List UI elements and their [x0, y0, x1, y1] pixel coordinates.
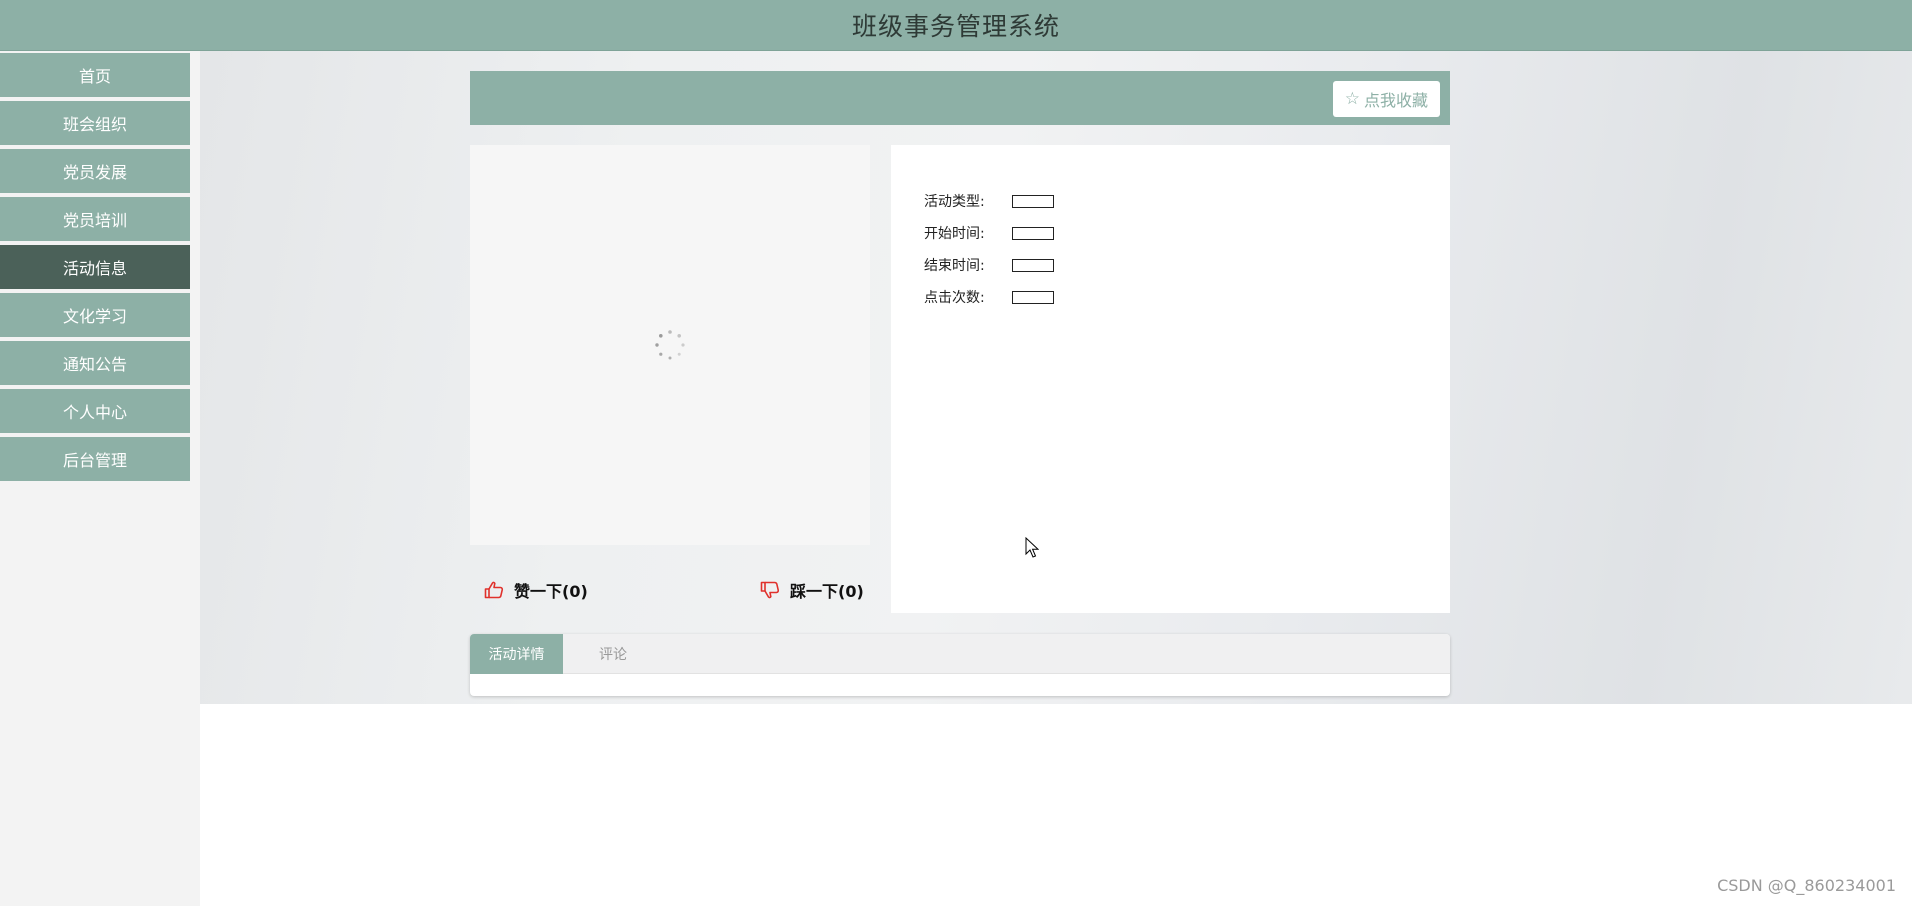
- activity-info-panel: 活动类型: 开始时间: 结束时间: 点击次数:: [891, 145, 1450, 613]
- dislike-button[interactable]: 踩一下(0): [760, 578, 864, 602]
- start-time-label: 开始时间:: [924, 226, 985, 242]
- favorite-button-label: 点我收藏: [1363, 91, 1428, 110]
- dislike-label: 踩一下(0): [790, 582, 864, 601]
- sidebar-item-party-development[interactable]: 党员发展: [0, 149, 190, 193]
- sidebar-item-party-training[interactable]: 党员培训: [0, 197, 190, 241]
- app-title: 班级事务管理系统: [851, 12, 1060, 41]
- tab-activity-details[interactable]: 活动详情: [470, 634, 563, 674]
- sidebar: 首页 班会组织 党员发展 党员培训 活动信息 文化学习 通知公告 个人中心 后台…: [0, 51, 200, 906]
- sidebar-item-class-meetings[interactable]: 班会组织: [0, 101, 190, 145]
- end-time-label: 结束时间:: [924, 258, 985, 274]
- sidebar-item-home[interactable]: 首页: [0, 53, 190, 97]
- top-header: 班级事务管理系统: [0, 0, 1912, 51]
- activity-image: [470, 145, 870, 545]
- sidebar-item-personal-center[interactable]: 个人中心: [0, 389, 190, 433]
- detail-tabs: 活动详情 评论: [470, 634, 1450, 696]
- sidebar-item-culture-study[interactable]: 文化学习: [0, 293, 190, 337]
- activity-type-label: 活动类型:: [924, 194, 985, 210]
- loading-spinner-icon: [655, 330, 685, 360]
- like-label: 赞一下(0): [514, 582, 588, 601]
- info-row-type: 活动类型:: [924, 191, 1054, 211]
- like-button[interactable]: 赞一下(0): [484, 578, 588, 602]
- watermark: CSDN @Q_860234001: [1717, 876, 1896, 895]
- thumbs-down-icon: [760, 581, 780, 599]
- start-time-value: [1012, 226, 1054, 240]
- click-count-value: [1012, 290, 1054, 304]
- sidebar-item-activities[interactable]: 活动信息: [0, 245, 190, 289]
- detail-header-bar: ☆ 点我收藏: [470, 71, 1450, 125]
- end-time-value: [1012, 258, 1054, 272]
- info-row-end: 结束时间:: [924, 255, 1054, 275]
- activity-type-value: [1012, 194, 1054, 208]
- mouse-cursor-icon: [1025, 537, 1039, 558]
- click-count-label: 点击次数:: [924, 290, 985, 306]
- info-row-clicks: 点击次数:: [924, 287, 1054, 307]
- info-row-start: 开始时间:: [924, 223, 1054, 243]
- sidebar-item-admin[interactable]: 后台管理: [0, 437, 190, 481]
- favorite-button[interactable]: ☆ 点我收藏: [1332, 81, 1440, 117]
- page-footer-area: [200, 704, 1912, 906]
- sidebar-item-notices[interactable]: 通知公告: [0, 341, 190, 385]
- tabs-header: 活动详情 评论: [470, 634, 1450, 674]
- star-outline-icon: ☆: [1344, 88, 1360, 109]
- tab-comments[interactable]: 评论: [563, 634, 663, 674]
- thumbs-up-icon: [484, 581, 504, 599]
